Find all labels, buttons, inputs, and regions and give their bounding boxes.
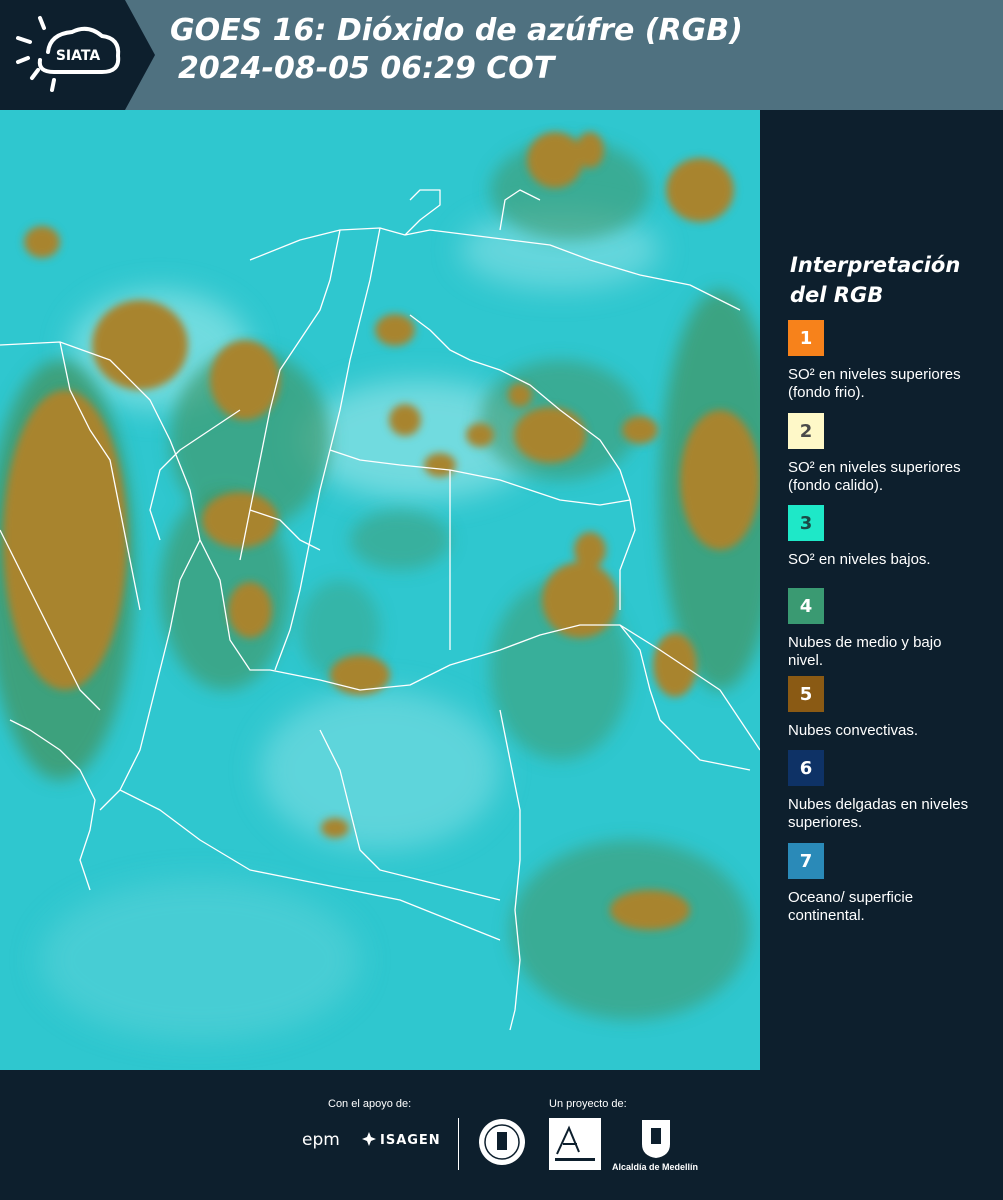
legend-item-6: 6 Nubes delgadas en niveles superiores. <box>788 750 988 832</box>
legend-label: Nubes de medio y bajo nivel. <box>788 634 942 669</box>
legend-swatch: 1 <box>788 320 824 356</box>
legend-swatch: 3 <box>788 505 824 541</box>
siata-logo-box: SIATA <box>0 0 125 110</box>
legend-label: SO² en niveles superiores (fondo calido)… <box>788 459 961 494</box>
legend-swatch: 6 <box>788 750 824 786</box>
isagen-mark-icon <box>362 1132 376 1146</box>
legend-title: Interpretación del RGB <box>790 253 961 307</box>
title-line-1: GOES 16: Dióxido de azúfre (RGB) <box>170 13 743 48</box>
legend-label: SO² en niveles superiores (fondo frio). <box>788 366 961 401</box>
project-caption: Un proyecto de: <box>549 1098 627 1110</box>
area-metropolitana-logo-icon <box>549 1118 601 1170</box>
support-caption: Con el apoyo de: <box>328 1098 412 1110</box>
isagen-logo: ISAGEN <box>362 1132 441 1148</box>
alcaldia-shield-icon <box>642 1120 670 1158</box>
legend-item-1: 1 SO² en niveles superiores (fondo frio). <box>788 320 988 402</box>
header-bar: SIATA GOES 16: Dióxido de azúfre (RGB) 2… <box>0 0 1003 110</box>
legend-item-5: 5 Nubes convectivas. <box>788 676 988 740</box>
alcaldia-caption: Alcaldía de Medellín <box>612 1162 699 1172</box>
medellin-seal-icon <box>479 1119 525 1165</box>
legend-label: Nubes delgadas en niveles superiores. <box>788 796 969 831</box>
legend-swatch: 5 <box>788 676 824 712</box>
siata-logo-icon: SIATA <box>16 16 121 92</box>
legend-label: Oceano/ superficie continental. <box>788 889 914 924</box>
map-canvas <box>0 110 760 1070</box>
satellite-map[interactable] <box>0 110 760 1070</box>
legend-swatch: 2 <box>788 413 824 449</box>
legend-swatch: 4 <box>788 588 824 624</box>
svg-text:SIATA: SIATA <box>56 48 101 64</box>
isagen-logo-text: ISAGEN <box>380 1133 441 1148</box>
legend-item-2: 2 SO² en niveles superiores (fondo calido… <box>788 413 988 495</box>
epm-logo: epm <box>302 1130 340 1150</box>
logo-arrow-shape <box>125 0 155 110</box>
legend-item-7: 7 Oceano/ superficie continental. <box>788 843 988 925</box>
legend-label: SO² en niveles bajos. <box>788 551 931 568</box>
legend-item-4: 4 Nubes de medio y bajo nivel. <box>788 588 988 670</box>
footer-bar: Con el apoyo de: Un proyecto de: epm ISA… <box>0 1070 1003 1200</box>
title-line-2: 2024-08-05 06:29 COT <box>178 51 555 86</box>
legend-item-3: 3 SO² en niveles bajos. <box>788 505 988 569</box>
legend-panel: Interpretación del RGB 1 SO² en niveles s… <box>776 110 1003 1070</box>
legend-label: Nubes convectivas. <box>788 722 919 739</box>
legend-swatch: 7 <box>788 843 824 879</box>
page-title: GOES 16: Dióxido de azúfre (RGB) 2024-08… <box>170 12 743 88</box>
footer-divider <box>458 1118 459 1170</box>
